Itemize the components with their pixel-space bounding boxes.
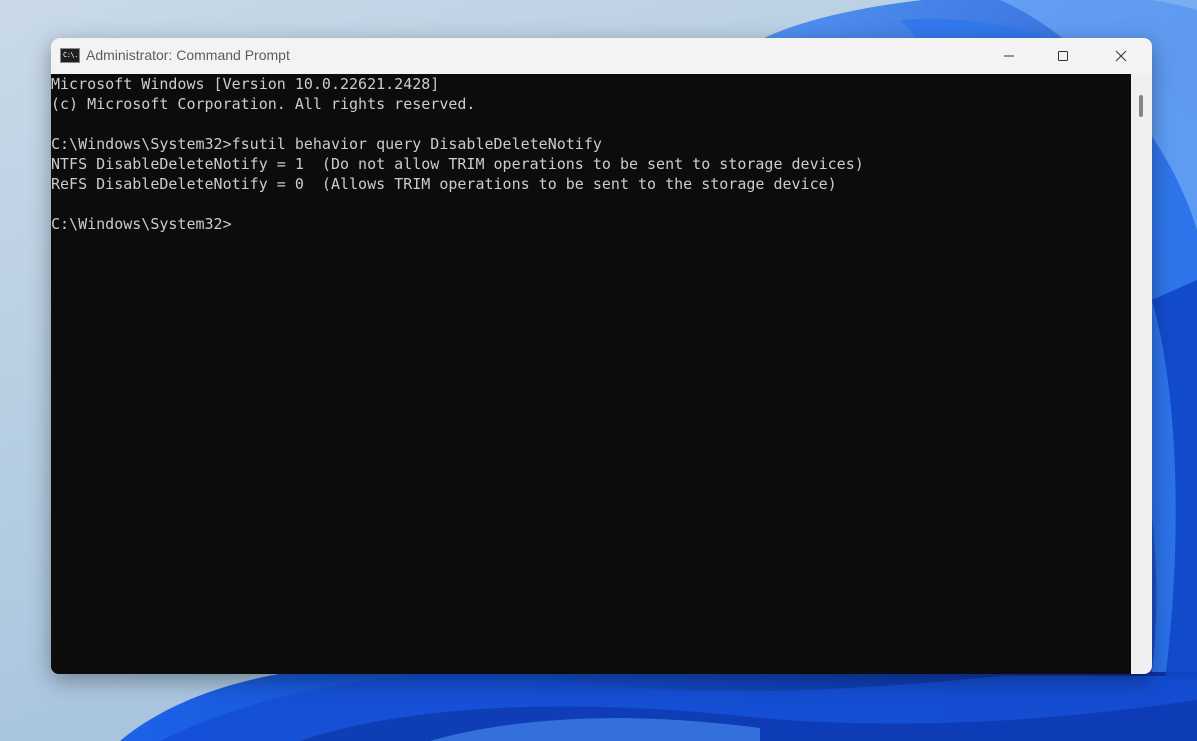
command-prompt-line[interactable]: C:\Windows\System32> bbox=[51, 214, 232, 234]
terminal-line: (c) Microsoft Corporation. All rights re… bbox=[51, 95, 476, 113]
terminal-line: C:\Windows\System32>fsutil behavior quer… bbox=[51, 135, 602, 153]
cmd-icon: C:\. bbox=[60, 48, 80, 63]
minimize-button[interactable] bbox=[986, 38, 1032, 74]
terminal-line: ReFS DisableDeleteNotify = 0 (Allows TRI… bbox=[51, 175, 837, 193]
maximize-icon bbox=[1058, 51, 1068, 61]
vertical-scrollbar[interactable] bbox=[1131, 74, 1152, 674]
terminal-line: NTFS DisableDeleteNotify = 1 (Do not all… bbox=[51, 155, 864, 173]
minimize-icon bbox=[1004, 55, 1014, 57]
window-title: Administrator: Command Prompt bbox=[86, 47, 290, 63]
close-icon bbox=[1115, 50, 1127, 62]
scrollbar-thumb[interactable] bbox=[1139, 95, 1143, 117]
terminal-line: Microsoft Windows [Version 10.0.22621.24… bbox=[51, 75, 440, 93]
title-bar[interactable]: C:\. Administrator: Command Prompt bbox=[51, 38, 1152, 74]
maximize-button[interactable] bbox=[1040, 38, 1086, 74]
terminal-output[interactable]: Microsoft Windows [Version 10.0.22621.24… bbox=[51, 74, 1131, 674]
command-prompt-window: C:\. Administrator: Command Prompt Micro… bbox=[51, 38, 1152, 674]
close-button[interactable] bbox=[1098, 38, 1144, 74]
